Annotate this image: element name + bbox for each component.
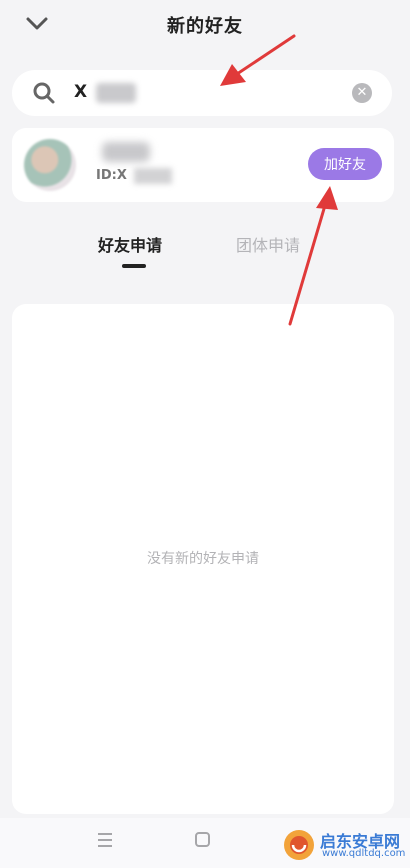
home-square-icon[interactable] <box>195 832 210 847</box>
requests-panel: 没有新的好友申请 <box>12 304 394 814</box>
watermark: 启东安卓网 www.qdltdq.com <box>282 826 406 864</box>
search-bar[interactable]: X ✕ <box>12 70 392 116</box>
avatar[interactable] <box>24 139 76 191</box>
search-result-card: ID:X 加好友 <box>12 128 394 202</box>
watermark-logo-icon <box>284 830 314 860</box>
close-icon[interactable]: ✕ <box>352 83 372 103</box>
redacted-username <box>102 142 150 162</box>
page-title: 新的好友 <box>167 16 243 37</box>
add-friend-button[interactable]: 加好友 <box>308 148 382 180</box>
search-icon <box>33 82 55 104</box>
active-tab-indicator <box>122 264 146 268</box>
tab-group-requests[interactable]: 团体申请 <box>236 232 300 256</box>
menu-icon[interactable] <box>96 832 114 848</box>
watermark-url: www.qdltdq.com <box>322 848 406 859</box>
top-bar: 新的好友 <box>0 0 410 52</box>
user-id: ID:X <box>96 168 127 183</box>
search-input[interactable]: X <box>74 82 87 102</box>
empty-state-text: 没有新的好友申请 <box>147 551 259 567</box>
tab-friend-requests[interactable]: 好友申请 <box>98 232 162 256</box>
redacted-id <box>134 168 172 184</box>
redacted-text <box>96 83 136 103</box>
